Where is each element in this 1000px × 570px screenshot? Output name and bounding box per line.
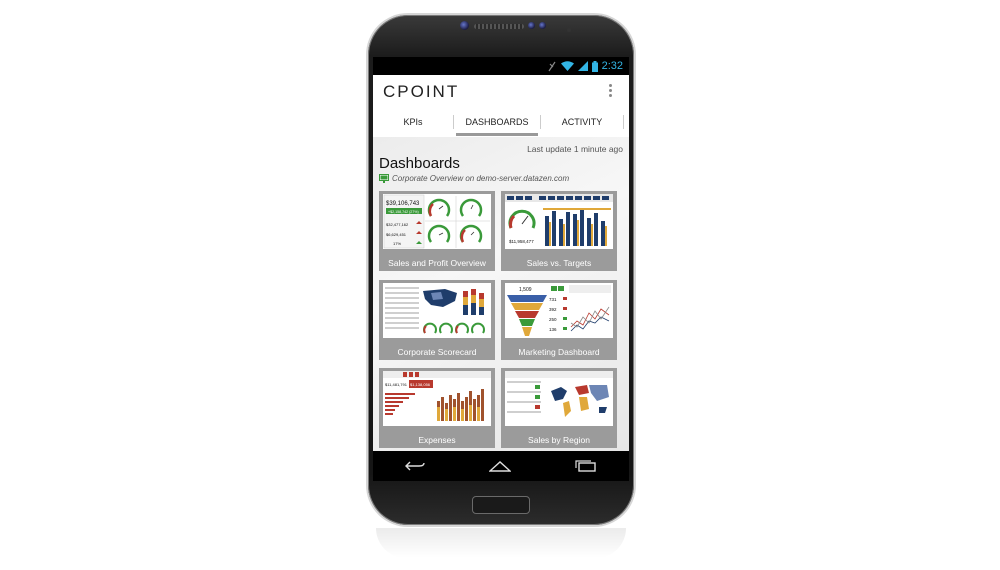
- server-line-text: Corporate Overview on demo-server.dataze…: [392, 174, 570, 183]
- earpiece-speaker: [474, 24, 524, 29]
- dashboard-card-sales-targets[interactable]: $11,958,477 Sales vs. Targets: [501, 191, 617, 271]
- light-sensor: [539, 22, 546, 29]
- thumb-value: $11,481,791: [385, 382, 408, 387]
- dashboard-card-marketing[interactable]: 1,509 731 392 250 136 Marketing Dashboar…: [501, 280, 617, 360]
- thumb-badge: $1,138,056: [410, 382, 431, 387]
- wifi-icon: [560, 61, 574, 71]
- dashboard-thumbnail: [383, 283, 491, 338]
- dashboard-thumbnail: $11,481,791 $1,138,056: [383, 371, 491, 426]
- overflow-menu-icon[interactable]: [609, 84, 613, 97]
- dashboard-thumbnail: $39,106,743 +$2,158,742 (27%) $32,477,16…: [383, 194, 491, 249]
- back-icon[interactable]: [405, 460, 425, 472]
- physical-home-button[interactable]: [472, 496, 530, 514]
- dashboard-thumbnail: 1,509 731 392 250 136: [505, 283, 613, 338]
- dashboard-card-label: Sales by Region: [528, 435, 590, 445]
- thumb-value-2: $6,629,451: [386, 232, 407, 237]
- tab-activity[interactable]: ACTIVITY: [541, 107, 623, 137]
- notification-led: [567, 28, 571, 32]
- thumbnail-graphic: $11,958,477: [505, 194, 613, 246]
- dashboard-card-corporate-scorecard[interactable]: Corporate Scorecard: [379, 280, 495, 360]
- signal-off-icon: [548, 61, 556, 71]
- dashboard-card-label: Corporate Scorecard: [397, 347, 477, 357]
- dashboard-card-expenses[interactable]: $11,481,791 $1,138,056 Expenses: [379, 368, 495, 448]
- dashboard-thumbnail: $11,958,477: [505, 194, 613, 249]
- thumbnail-graphic: [505, 371, 613, 417]
- status-time: 2:32: [601, 60, 623, 72]
- dashboard-card-label: Marketing Dashboard: [518, 347, 600, 357]
- dashboards-content: Last update 1 minute ago Dashboards Corp…: [373, 137, 629, 451]
- cell-signal-icon: [577, 61, 588, 71]
- thumbnail-graphic: $39,106,743 +$2,158,742 (27%) $32,477,16…: [383, 194, 490, 249]
- thumb-value: $11,958,477: [509, 239, 534, 244]
- navigation-bar: [373, 451, 629, 481]
- dashboard-thumbnail: [505, 371, 613, 426]
- phone-screen: 2:32 CPOINT KPIs DASHBOARDS ACTIVITY Las…: [373, 57, 629, 481]
- status-bar: 2:32: [373, 57, 629, 75]
- app-title: CPOINT: [383, 82, 460, 101]
- thumb-funnel-4: 136: [549, 327, 557, 332]
- thumb-badge: +$2,158,742 (27%): [388, 210, 419, 214]
- thumbnail-graphic: $11,481,791 $1,138,056: [383, 371, 491, 421]
- thumbnail-graphic: [385, 287, 485, 334]
- thumb-funnel-3: 250: [549, 317, 557, 322]
- dashboard-card-label: Sales and Profit Overview: [388, 258, 486, 268]
- dashboard-card-label: Expenses: [418, 435, 456, 445]
- recent-apps-icon[interactable]: [575, 460, 597, 472]
- thumb-funnel-2: 392: [549, 307, 557, 312]
- phone-reflection: [376, 528, 626, 558]
- dashboard-card-label: Sales vs. Targets: [526, 258, 592, 268]
- monitor-icon: [379, 174, 389, 183]
- last-update-text: Last update 1 minute ago: [527, 144, 623, 154]
- thumb-revenue: $39,106,743: [386, 201, 420, 207]
- battery-icon: [591, 60, 598, 72]
- tab-divider: [623, 115, 624, 129]
- dashboard-card-sales-region[interactable]: Sales by Region: [501, 368, 617, 448]
- tab-bar: KPIs DASHBOARDS ACTIVITY: [373, 107, 629, 137]
- page-title: Dashboards: [379, 155, 460, 172]
- proximity-sensor: [528, 22, 535, 29]
- thumb-value-1: $32,477,162: [386, 222, 409, 227]
- thumb-funnel-1: 731: [549, 297, 557, 302]
- server-line: Corporate Overview on demo-server.dataze…: [379, 174, 569, 183]
- front-camera: [460, 21, 469, 30]
- tab-kpis[interactable]: KPIs: [373, 107, 453, 137]
- home-icon[interactable]: [489, 460, 511, 472]
- tab-divider: [453, 115, 454, 129]
- thumb-top-value: 1,509: [519, 287, 532, 293]
- action-bar: CPOINT: [373, 75, 629, 107]
- thumb-percent: 17%: [393, 241, 401, 246]
- tab-dashboards[interactable]: DASHBOARDS: [456, 107, 538, 137]
- thumbnail-graphic: 1,509 731 392 250 136: [507, 285, 611, 336]
- dashboard-card-sales-profit[interactable]: $39,106,743 +$2,158,742 (27%) $32,477,16…: [379, 191, 495, 271]
